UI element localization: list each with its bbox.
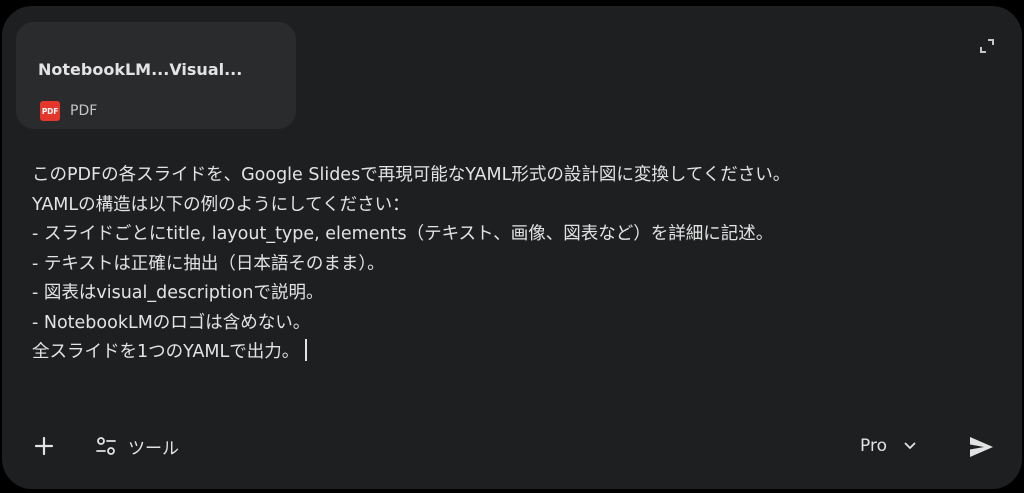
chevron-down-icon (904, 442, 916, 449)
attachment-type-label: PDF (70, 103, 98, 119)
add-button[interactable] (30, 432, 58, 460)
tune-icon (96, 437, 116, 455)
prompt-last-line: 全スライドを1つのYAMLで出力。 (32, 338, 992, 368)
text-caret (305, 339, 307, 361)
prompt-line: 全スライドを1つのYAMLで出力。 (32, 342, 300, 362)
attachment-type-row: PDF PDF (40, 100, 97, 122)
plus-icon (34, 436, 54, 456)
prompt-input[interactable]: このPDFの各スライドを、Google Slidesで再現可能なYAML形式の設… (32, 161, 992, 368)
send-icon (970, 437, 993, 457)
model-label: Pro (860, 436, 887, 456)
attachment-name: NotebookLM...Visual... (38, 60, 243, 79)
model-selector[interactable]: Pro (860, 432, 917, 460)
pdf-file-icon: PDF (40, 101, 60, 121)
prompt-line: - NotebookLMのロゴは含めない。 (32, 312, 311, 333)
prompt-composer[interactable]: NotebookLM...Visual... PDF PDF このPDFの各スラ… (2, 6, 1022, 489)
tools-button[interactable]: ツール (94, 432, 179, 460)
prompt-line: このPDFの各スライドを、Google Slidesで再現可能なYAML形式の設… (32, 165, 791, 185)
prompt-line: YAMLの構造は以下の例のようにしてください： (32, 194, 410, 215)
expand-icon[interactable] (977, 36, 997, 56)
expand-icon-glyph (980, 39, 994, 53)
prompt-line: - 図表はvisual_descriptionで説明。 (32, 283, 324, 303)
tools-label: ツール (128, 438, 179, 459)
prompt-line: - テキストは正確に抽出（日本語そのまま）。 (32, 253, 385, 274)
prompt-line: - スライドごとにtitle, layout_type, elements（テキ… (32, 224, 774, 244)
send-button[interactable] (964, 430, 998, 464)
attachment-card[interactable]: NotebookLM...Visual... PDF PDF (16, 22, 296, 129)
